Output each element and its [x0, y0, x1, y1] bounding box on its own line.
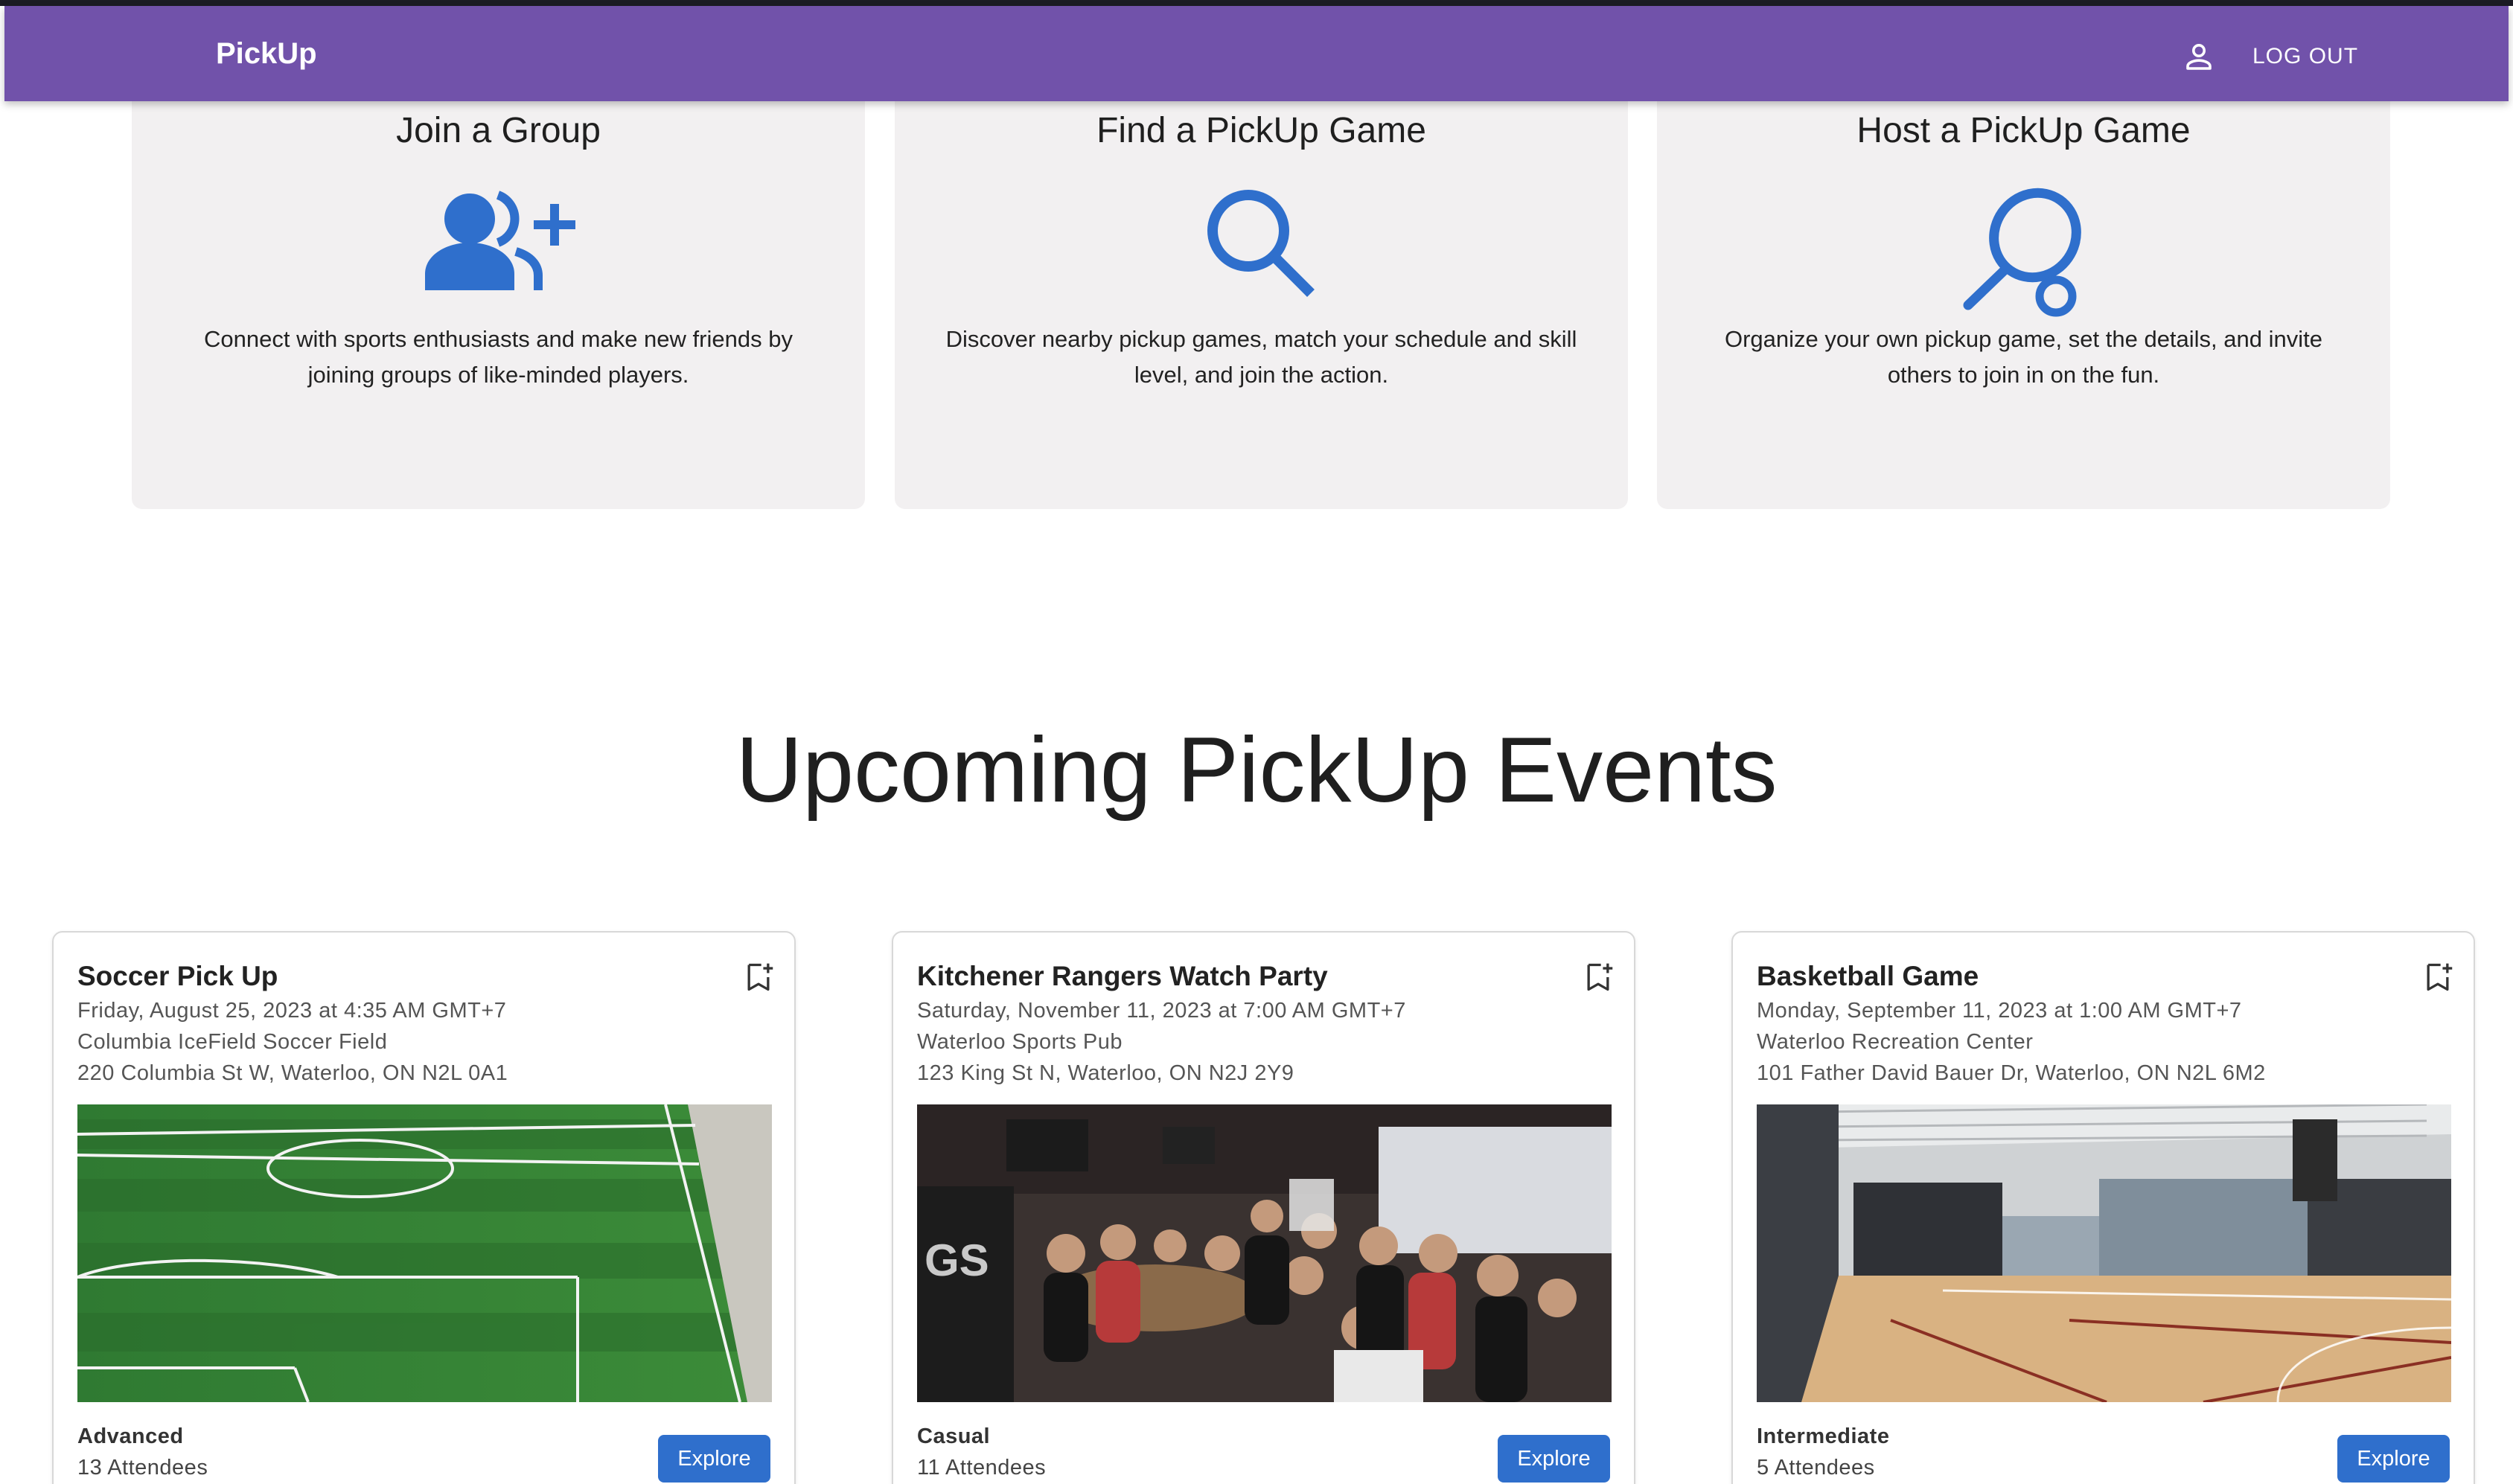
- sports-pub-crowd-photo: GS: [917, 1104, 1612, 1402]
- event-address: 123 King St N, Waterloo, ON N2J 2Y9: [917, 1061, 1294, 1085]
- event-title[interactable]: Basketball Game: [1757, 958, 1979, 995]
- event-card-basketball: Basketball Game Monday, September 11, 20…: [1731, 931, 2475, 1484]
- event-address: 220 Columbia St W, Waterloo, ON N2L 0A1: [77, 1061, 508, 1085]
- racket-icon: [1963, 188, 2081, 317]
- soccer-field-photo: [77, 1104, 772, 1402]
- upcoming-events-title: Upcoming PickUp Events: [735, 719, 1778, 822]
- logout-button[interactable]: LOG OUT: [2252, 36, 2358, 77]
- group-add-icon: [424, 191, 575, 290]
- search-icon: [1207, 190, 1315, 297]
- feature-card-find-game: Find a PickUp Game Discover nearby picku…: [895, 74, 1628, 509]
- event-title[interactable]: Soccer Pick Up: [77, 958, 278, 995]
- feature-title: Find a PickUp Game: [1096, 111, 1426, 150]
- event-venue: Columbia IceField Soccer Field: [77, 1030, 388, 1054]
- event-card-watch-party: Kitchener Rangers Watch Party Saturday, …: [892, 931, 1635, 1484]
- person-outline-icon[interactable]: [2181, 39, 2217, 74]
- app-bar: PickUp LOG OUT: [4, 6, 2509, 101]
- feature-description: Discover nearby pickup games, match your…: [945, 326, 1577, 388]
- event-attendees: 11 Attendees: [917, 1456, 1047, 1480]
- basketball-gym-photo: [1757, 1104, 2451, 1402]
- feature-title: Join a Group: [396, 111, 601, 150]
- explore-button[interactable]: Explore: [658, 1435, 770, 1483]
- event-datetime: Saturday, November 11, 2023 at 7:00 AM G…: [917, 999, 1406, 1023]
- event-skill-level: Casual: [917, 1424, 991, 1448]
- feature-card-join-group: Join a Group Connect with sports enthusi…: [132, 74, 865, 509]
- explore-button[interactable]: Explore: [2337, 1435, 2450, 1483]
- event-attendees: 5 Attendees: [1757, 1456, 1875, 1480]
- event-datetime: Monday, September 11, 2023 at 1:00 AM GM…: [1757, 999, 2242, 1023]
- feature-description: Organize your own pickup game, set the d…: [1724, 326, 2322, 388]
- event-address: 101 Father David Bauer Dr, Waterloo, ON …: [1757, 1061, 2266, 1085]
- event-skill-level: Intermediate: [1757, 1424, 1890, 1448]
- event-venue: Waterloo Recreation Center: [1757, 1030, 2034, 1054]
- event-venue: Waterloo Sports Pub: [917, 1030, 1123, 1054]
- bookmark-add-icon[interactable]: [1582, 961, 1615, 994]
- event-attendees: 13 Attendees: [77, 1456, 208, 1480]
- bookmark-add-icon[interactable]: [742, 961, 775, 994]
- window-top-edge: [0, 0, 2513, 6]
- event-datetime: Friday, August 25, 2023 at 4:35 AM GMT+7: [77, 999, 507, 1023]
- svg-text:GS: GS: [925, 1235, 989, 1285]
- feature-title: Host a PickUp Game: [1856, 111, 2191, 150]
- event-skill-level: Advanced: [77, 1424, 184, 1448]
- feature-card-host-game: Host a PickUp Game Organize your own pic…: [1657, 74, 2390, 509]
- bookmark-add-icon[interactable]: [2421, 961, 2454, 994]
- event-card-soccer: Soccer Pick Up Friday, August 25, 2023 a…: [52, 931, 796, 1484]
- event-title[interactable]: Kitchener Rangers Watch Party: [917, 958, 1328, 995]
- explore-button[interactable]: Explore: [1498, 1435, 1610, 1483]
- feature-description: Connect with sports enthusiasts and make…: [204, 326, 793, 388]
- brand-logo[interactable]: PickUp: [216, 33, 317, 74]
